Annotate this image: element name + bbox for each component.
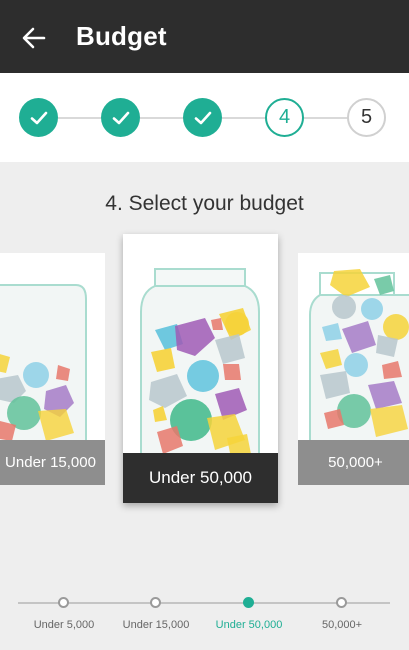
budget-card-under-15000[interactable]: Under 15,000 (0, 253, 105, 485)
slider-label[interactable]: Under 15,000 (123, 619, 190, 631)
step-5-upcoming[interactable]: 5 (347, 98, 386, 137)
step-4-current[interactable]: 4 (265, 98, 304, 137)
step-2-completed[interactable] (101, 98, 140, 137)
slider-label[interactable]: 50,000+ (322, 619, 362, 631)
slider-stop-under-5000[interactable] (58, 597, 69, 608)
budget-card-under-50000[interactable]: Under 50,000 (123, 234, 278, 503)
slider-stop-under-50000[interactable] (243, 597, 254, 608)
slider-stop-under-15000[interactable] (150, 597, 161, 608)
step-connector (58, 117, 102, 119)
slider-stop-50000-plus[interactable] (336, 597, 347, 608)
budget-card-label: Under 15,000 (0, 440, 105, 485)
step-connector (304, 117, 348, 119)
app-bar: Budget (0, 0, 409, 73)
slider-track[interactable] (18, 602, 390, 604)
step-3-completed[interactable] (183, 98, 222, 137)
step-1-completed[interactable] (19, 98, 58, 137)
step-connector (140, 117, 184, 119)
page-title: Budget (76, 21, 167, 51)
check-icon (194, 111, 211, 124)
check-icon (30, 111, 47, 124)
step-connector (222, 117, 266, 119)
check-icon (112, 111, 129, 124)
budget-card-50000-plus[interactable]: 50,000+ (298, 253, 409, 485)
progress-stepper: 4 5 (0, 73, 409, 162)
slider-label[interactable]: Under 50,000 (216, 619, 283, 631)
slider-label[interactable]: Under 5,000 (34, 619, 95, 631)
budget-slider[interactable]: Under 5,000 Under 15,000 Under 50,000 50… (0, 585, 409, 650)
budget-card-label: Under 50,000 (123, 453, 278, 503)
budget-card-label: 50,000+ (298, 440, 409, 485)
arrow-left-icon[interactable] (18, 22, 50, 54)
section-heading: 4. Select your budget (105, 192, 304, 215)
